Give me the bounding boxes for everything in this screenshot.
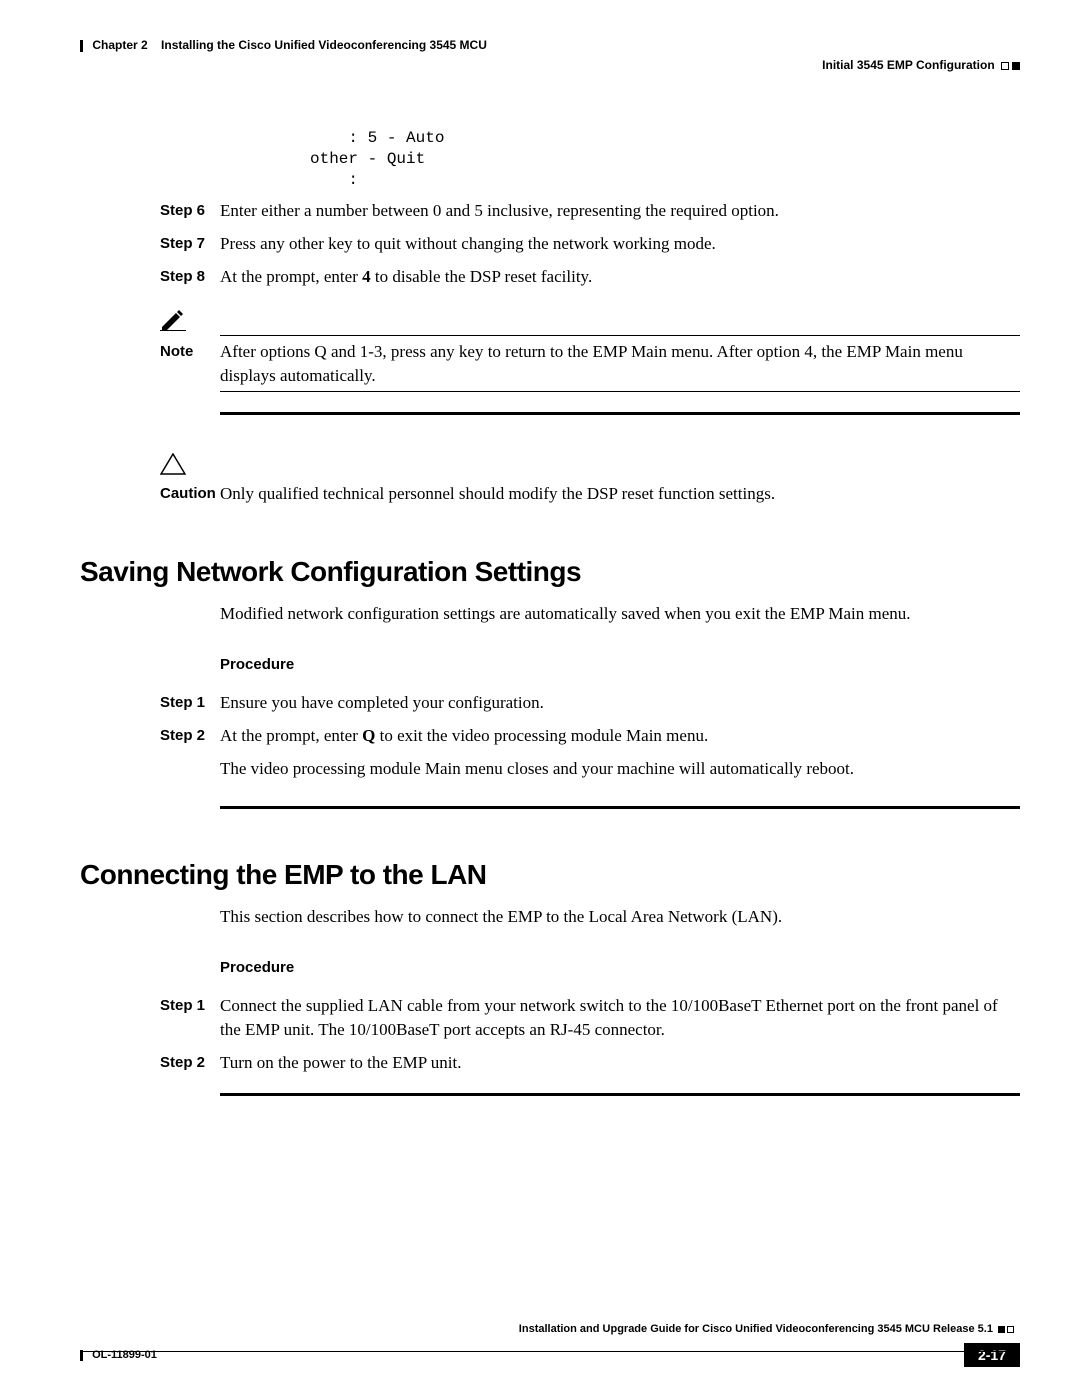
caution-warning-icon [160, 462, 186, 479]
step-text: Enter either a number between 0 and 5 in… [220, 199, 1020, 223]
body-text: This section describes how to connect th… [220, 905, 1020, 929]
section-heading: Connecting the EMP to the LAN [80, 859, 1020, 891]
running-header-left: Chapter 2 Installing the Cisco Unified V… [80, 38, 487, 52]
step-row: Step 2 At the prompt, enter Q to exit th… [80, 724, 1020, 748]
caution-block: Caution Only qualified technical personn… [80, 453, 1020, 506]
step-row: Step 1 Connect the supplied LAN cable fr… [80, 994, 1020, 1042]
section-heading: Saving Network Configuration Settings [80, 556, 1020, 588]
note-text: After options Q and 1-3, press any key t… [220, 340, 1020, 388]
procedure-heading: Procedure [220, 959, 1020, 976]
caution-text: Only qualified technical personnel shoul… [220, 482, 1020, 506]
step-text: Ensure you have completed your configura… [220, 691, 1020, 715]
body-text: The video processing module Main menu cl… [220, 757, 1020, 781]
step-label: Step 8 [160, 265, 220, 287]
step-label: Step 2 [160, 724, 220, 746]
step-text: At the prompt, enter 4 to disable the DS… [220, 265, 1020, 289]
procedure-heading: Procedure [220, 656, 1020, 673]
step-row: Step 8 At the prompt, enter 4 to disable… [80, 265, 1020, 289]
code-block: : 5 - Auto other - Quit : [310, 128, 1020, 190]
step-label: Step 2 [160, 1051, 220, 1073]
step-text: Press any other key to quit without chan… [220, 232, 1020, 256]
step-label: Step 1 [160, 994, 220, 1016]
section-divider [220, 412, 1020, 415]
section-name: Initial 3545 EMP Configuration [822, 58, 994, 72]
step-text: Connect the supplied LAN cable from your… [220, 994, 1020, 1042]
step-label: Step 7 [160, 232, 220, 254]
body-text: Modified network configuration settings … [220, 602, 1020, 626]
note-pencil-icon [160, 309, 186, 331]
step-label: Step 1 [160, 691, 220, 713]
step-row: Step 2 Turn on the power to the EMP unit… [80, 1051, 1020, 1075]
step-row: Step 6 Enter either a number between 0 a… [80, 199, 1020, 223]
note-block: Note After options Q and 1-3, press any … [80, 309, 1020, 393]
step-row: Step 7 Press any other key to quit witho… [80, 232, 1020, 256]
chapter-title: Installing the Cisco Unified Videoconfer… [161, 38, 487, 52]
running-header-right: Initial 3545 EMP Configuration [822, 58, 1020, 72]
section-divider [220, 806, 1020, 809]
caution-label: Caution [160, 482, 220, 504]
page-footer: Installation and Upgrade Guide for Cisco… [80, 1339, 1020, 1367]
note-label: Note [160, 340, 220, 362]
step-text: At the prompt, enter Q to exit the video… [220, 724, 1020, 748]
footer-doc-title: Installation and Upgrade Guide for Cisco… [519, 1323, 993, 1335]
step-text: Turn on the power to the EMP unit. [220, 1051, 1020, 1075]
section-divider [220, 1093, 1020, 1096]
page-number: 2-17 [964, 1343, 1020, 1367]
chapter-label: Chapter 2 [92, 38, 147, 52]
step-label: Step 6 [160, 199, 220, 221]
step-row: Step 1 Ensure you have completed your co… [80, 691, 1020, 715]
